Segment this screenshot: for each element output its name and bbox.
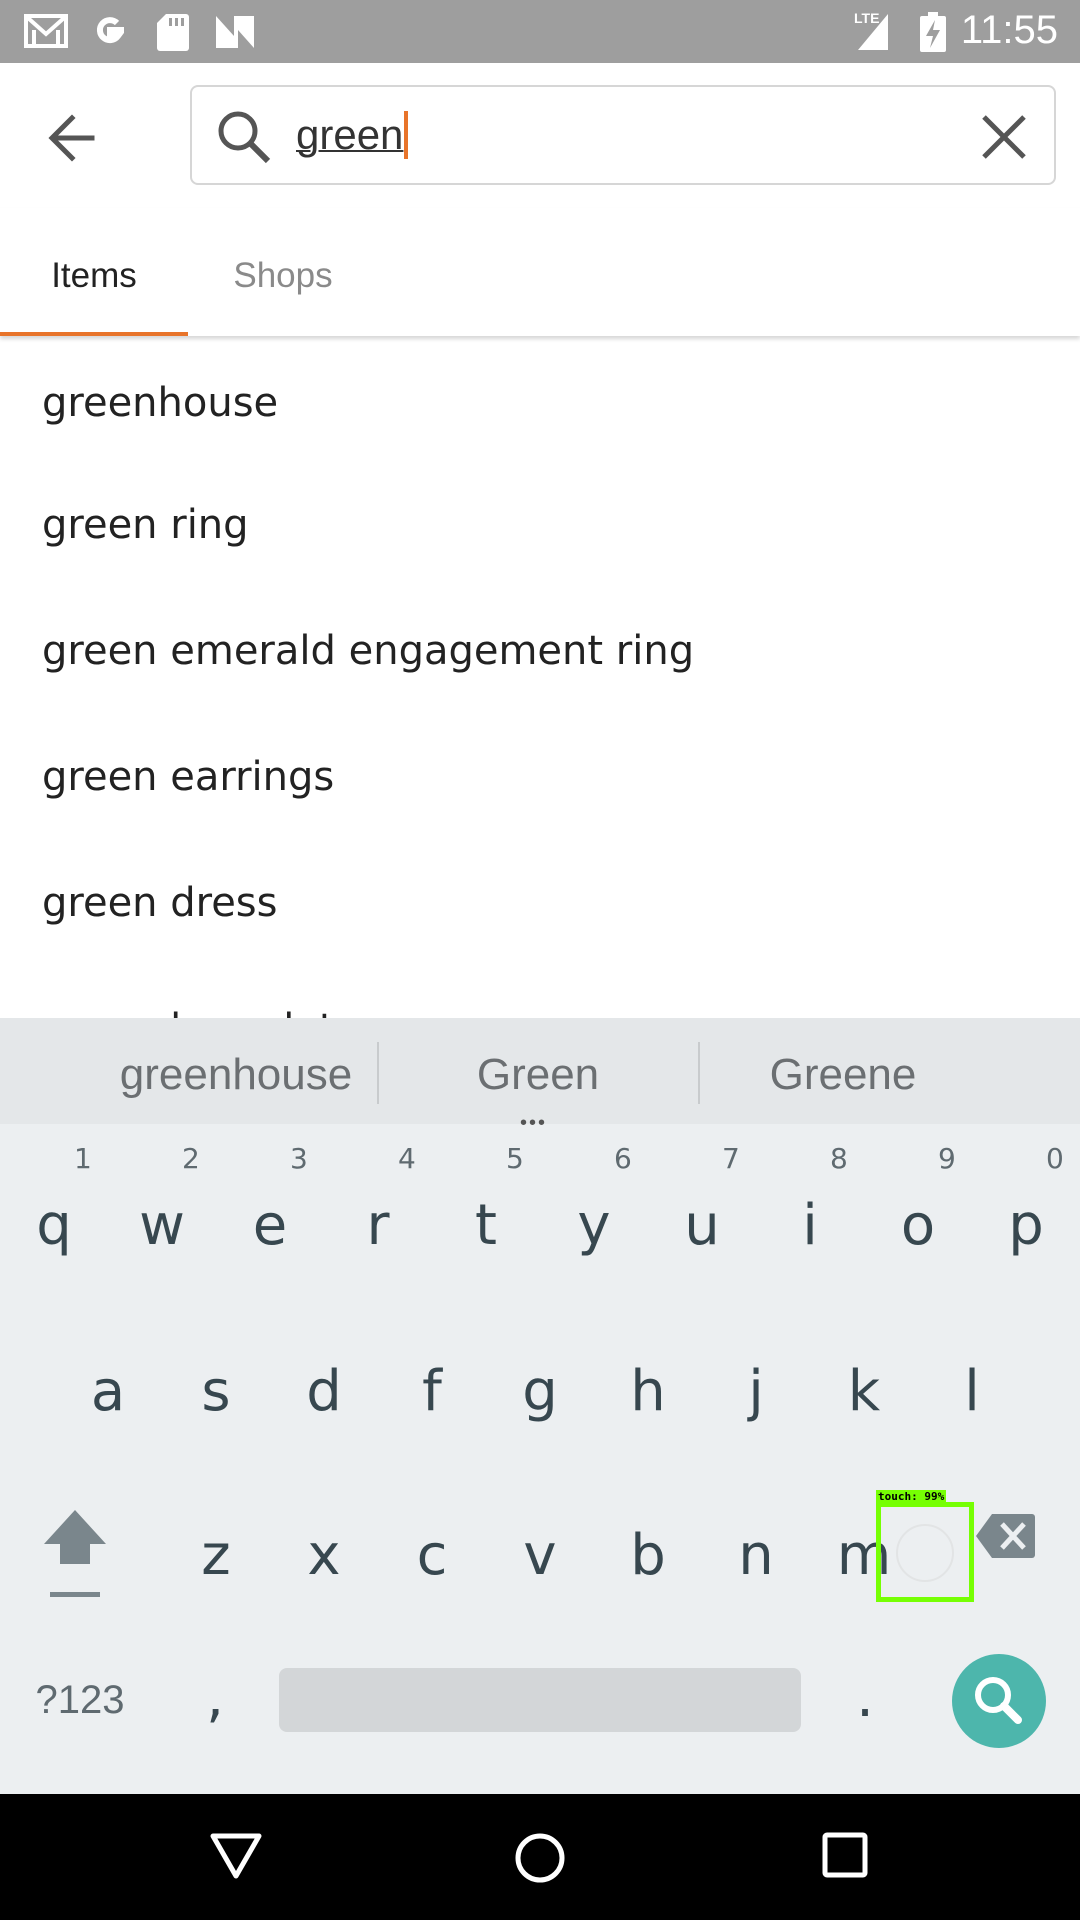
touch-highlight-box [876,1502,974,1602]
key-l[interactable]: l [922,1312,1022,1472]
suggestion-item[interactable]: greenhouse [0,340,1080,462]
soft-keyboard: greenhouse Green Greene ••• q1w2e3r4t5y6… [0,1018,1080,1794]
tab-items[interactable]: Items [0,208,188,336]
key-number-hint: 6 [614,1142,632,1175]
keyboard-suggestion-strip: greenhouse Green Greene ••• [0,1018,1080,1134]
key-b[interactable]: b [598,1476,698,1636]
recents-square-icon[interactable] [822,1832,868,1878]
search-action-button[interactable] [952,1654,1046,1748]
search-input[interactable]: green [296,103,936,167]
more-suggestions-icon[interactable]: ••• [520,1112,547,1135]
key-number-hint: 3 [290,1142,308,1175]
search-icon [218,111,271,164]
suggestion-item[interactable]: green ring [0,462,1080,588]
key-z[interactable]: z [166,1476,266,1636]
key-h[interactable]: h [598,1312,698,1472]
key-number-hint: 0 [1046,1142,1064,1175]
key-number-hint: 9 [938,1142,956,1175]
shift-icon[interactable] [42,1508,108,1614]
google-icon [96,17,124,44]
comma-key[interactable]: , [180,1658,250,1738]
active-tab-indicator [0,332,188,336]
key-x[interactable]: x [274,1476,374,1636]
key-number-hint: 4 [398,1142,416,1175]
keyboard-suggestion[interactable]: Green [400,1018,676,1124]
n-icon [216,16,254,48]
close-icon[interactable] [980,113,1028,161]
navigation-bar [0,1794,1080,1920]
key-number-hint: 1 [74,1142,92,1175]
arrow-back-icon[interactable] [40,106,104,170]
tab-shops[interactable]: Shops [188,208,378,336]
back-triangle-icon[interactable] [210,1832,262,1880]
space-bar[interactable] [279,1668,801,1732]
key-number-hint: 2 [182,1142,200,1175]
clock: 11:55 [960,8,1058,52]
key-v[interactable]: v [490,1476,590,1636]
home-circle-icon[interactable] [514,1832,566,1884]
key-number-hint: 8 [830,1142,848,1175]
keyboard-suggestion[interactable]: greenhouse [100,1018,372,1124]
search-input-text: green [296,111,404,158]
search-app-bar: green [0,63,1080,208]
period-key[interactable]: . [830,1658,900,1738]
key-s[interactable]: s [166,1312,266,1472]
key-number-hint: 5 [506,1142,524,1175]
suggestion-item[interactable]: green emerald engagement ring [0,588,1080,714]
suggestion-divider [698,1042,700,1104]
key-a[interactable]: a [58,1312,158,1472]
key-number-hint: 7 [722,1142,740,1175]
battery-charging-icon [920,12,946,52]
key-n[interactable]: n [706,1476,806,1636]
status-bar: LTE 11:55 [0,0,1080,63]
search-box[interactable]: green [190,85,1056,185]
backspace-icon[interactable] [976,1512,1036,1560]
key-d[interactable]: d [274,1312,374,1472]
key-f[interactable]: f [382,1312,482,1472]
suggestion-list: greenhouse green ring green emerald enga… [0,340,1080,1018]
touch-label: touch: 99% [876,1490,947,1504]
key-g[interactable]: g [490,1312,590,1472]
suggestion-item[interactable]: green bracelet [0,966,1080,1018]
suggestion-divider [377,1042,379,1104]
key-j[interactable]: j [706,1312,806,1472]
signal-icon [858,14,888,50]
tab-bar: Items Shops [0,208,1080,336]
sd-card-icon [157,14,189,51]
key-c[interactable]: c [382,1476,482,1636]
search-icon [975,1677,1022,1724]
symbols-key[interactable]: ?123 [20,1668,140,1732]
text-cursor [404,110,409,159]
key-k[interactable]: k [814,1312,914,1472]
suggestion-item[interactable]: green dress [0,840,1080,966]
suggestion-item[interactable]: green earrings [0,714,1080,840]
gmail-icon [24,14,68,48]
keyboard-suggestion[interactable]: Greene [722,1018,964,1124]
